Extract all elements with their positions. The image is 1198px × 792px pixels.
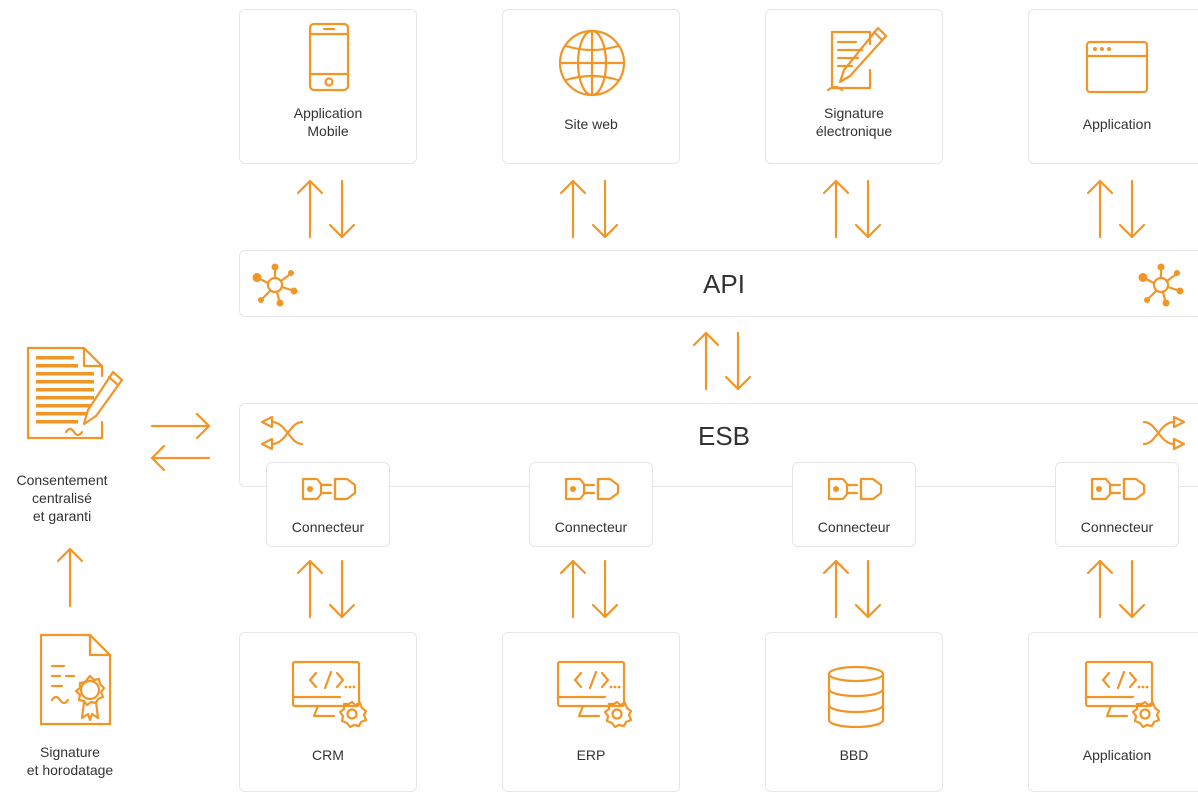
connector-box: Connecteur xyxy=(792,462,916,547)
certificate-icon xyxy=(38,632,114,728)
connector-box: Connecteur xyxy=(266,462,390,547)
bidirectional-arrows-icon xyxy=(690,330,754,392)
top-app-box-application: Application xyxy=(1028,9,1198,164)
system-label: ERP xyxy=(576,747,606,763)
esb-bus-label: ESB xyxy=(697,421,751,451)
top-app-label: Application Mobile xyxy=(293,105,363,139)
connector-label: Connecteur xyxy=(1080,519,1154,535)
system-box-erp: ERP xyxy=(502,632,680,792)
browser-window-icon xyxy=(1085,40,1151,96)
system-label: CRM xyxy=(312,747,344,763)
consent-label: Consentement centralisé et garanti xyxy=(16,472,108,524)
bidirectional-arrows-icon xyxy=(294,178,358,240)
bidirectional-arrows-icon xyxy=(294,558,358,620)
bidirectional-arrows-icon xyxy=(1084,178,1148,240)
top-app-box-website: Site web xyxy=(502,9,680,164)
up-arrow-icon xyxy=(56,546,86,608)
bidirectional-horizontal-arrows-icon xyxy=(149,410,213,472)
signed-document-icon xyxy=(26,346,126,442)
top-app-label: Application xyxy=(1082,116,1152,132)
bidirectional-arrows-icon xyxy=(557,178,621,240)
connector-label: Connecteur xyxy=(291,519,365,535)
code-monitor-gear-icon xyxy=(1083,659,1163,729)
top-app-box-mobile: Application Mobile xyxy=(239,9,417,164)
database-icon xyxy=(826,665,886,729)
top-app-label: Signature électronique xyxy=(815,105,893,139)
plug-connector-icon xyxy=(299,475,359,503)
system-label: Application xyxy=(1082,747,1152,763)
plug-connector-icon xyxy=(1088,475,1148,503)
bidirectional-arrows-icon xyxy=(820,178,884,240)
plug-connector-icon xyxy=(825,475,885,503)
code-monitor-gear-icon xyxy=(290,659,370,729)
system-label: BBD xyxy=(839,747,869,763)
top-app-label: Site web xyxy=(564,116,618,132)
smartphone-icon xyxy=(308,22,352,94)
connector-label: Connecteur xyxy=(554,519,628,535)
code-monitor-gear-icon xyxy=(555,659,635,729)
connector-box: Connecteur xyxy=(529,462,653,547)
api-bus: API xyxy=(239,250,1198,317)
timestamp-label: Signature et horodatage xyxy=(26,744,114,778)
system-box-application: Application xyxy=(1028,632,1198,792)
connector-label: Connecteur xyxy=(817,519,891,535)
plug-connector-icon xyxy=(562,475,622,503)
top-app-box-signature: Signature électronique xyxy=(765,9,943,164)
signature-pen-icon xyxy=(822,24,892,96)
system-box-bbd: BBD xyxy=(765,632,943,792)
globe-icon xyxy=(557,28,627,98)
bidirectional-arrows-icon xyxy=(557,558,621,620)
bidirectional-arrows-icon xyxy=(820,558,884,620)
shuffle-icon xyxy=(1142,415,1186,451)
bidirectional-arrows-icon xyxy=(1084,558,1148,620)
api-bus-label: API xyxy=(703,269,745,299)
network-hub-icon xyxy=(1138,263,1184,307)
connector-box: Connecteur xyxy=(1055,462,1179,547)
system-box-crm: CRM xyxy=(239,632,417,792)
